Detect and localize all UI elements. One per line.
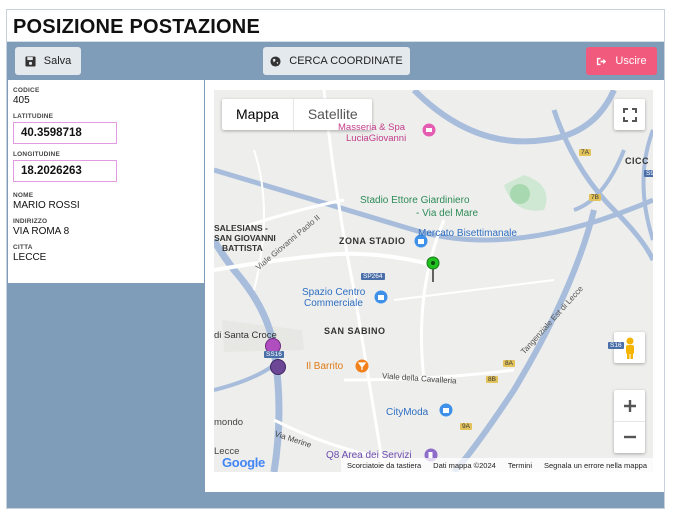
station-form: CODICE 405 LATITUDINE LONGITUDINE NOME M… [8, 80, 204, 283]
search-label: CERCA COORDINATE [289, 55, 403, 67]
label-stadio: Stadio Ettore Giardiniero [360, 195, 470, 206]
label-il-barrito: Il Barrito [306, 361, 344, 372]
terms-link[interactable]: Termini [508, 461, 532, 470]
label-mondo: mondo [214, 417, 244, 428]
shield-9a: 9A [460, 423, 472, 430]
plus-icon [623, 399, 636, 412]
longitude-label: LONGITUDINE [13, 151, 60, 158]
google-logo: Google [222, 455, 265, 470]
latitude-label: LATITUDINE [13, 113, 54, 120]
label-mercato: Mercato Bisettimanale [418, 228, 517, 239]
label-zona-stadio: ZONA STADIO [339, 236, 406, 246]
map-canvas[interactable]: Mappa Satellite Masseria & Spa LuciaGiov… [214, 90, 653, 472]
indirizzo-label: INDIRIZZO [13, 218, 48, 225]
shield-sp264: SP264 [361, 273, 385, 280]
save-label: Salva [43, 55, 72, 67]
shield-7a: 7A [579, 149, 591, 156]
label-san-giovanni: SAN GIOVANNI [214, 233, 276, 243]
shield-s9: S9 [644, 170, 653, 177]
floppy-disk-icon [25, 55, 36, 67]
save-button[interactable]: Salva [15, 47, 81, 75]
minus-icon [623, 435, 636, 439]
label-cicc: CICC [625, 156, 649, 166]
globe-icon [270, 55, 281, 67]
label-masseria: Masseria & Spa [338, 122, 406, 133]
shopping-poi-icon [374, 290, 388, 304]
label-lucia: LuciaGiovanni [346, 133, 407, 144]
nome-label: NOME [13, 192, 34, 199]
citta-value: LECCE [13, 252, 47, 263]
map-panel: Mappa Satellite Masseria & Spa LuciaGiov… [205, 80, 664, 492]
sign-out-icon [597, 57, 607, 65]
exit-button[interactable]: Uscire [586, 47, 657, 75]
map-attribution: Scorciatoie da tastiera Dati mappa ©2024… [340, 458, 653, 472]
keyboard-shortcuts-link[interactable]: Scorciatoie da tastiera [347, 461, 421, 470]
label-santa-croce: di Santa Croce [214, 330, 277, 341]
label-spazio: Spazio Centro [302, 287, 366, 298]
toolbar: Salva CERCA COORDINATE Uscire [7, 43, 664, 80]
label-via-del-mare: - Via del Mare [416, 208, 479, 219]
shop-poi-icon [439, 403, 453, 417]
codice-label: CODICE [13, 87, 40, 94]
map-data-text: Dati mappa ©2024 [433, 460, 496, 470]
title-bar: POSIZIONE POSTAZIONE [7, 10, 664, 42]
pegman-icon [625, 337, 634, 359]
citta-label: CITTA [13, 244, 33, 251]
report-error-link[interactable]: Segnala un errore nella mappa [544, 461, 647, 470]
label-san-sabino: SAN SABINO [324, 326, 386, 336]
shield-s16: S16 [608, 342, 624, 349]
latitude-input[interactable] [13, 122, 117, 144]
shield-8b: 8B [486, 376, 498, 383]
marker-purple-2[interactable] [270, 359, 286, 375]
fullscreen-icon [622, 107, 637, 122]
page-title: POSIZIONE POSTAZIONE [13, 16, 260, 38]
location-pin-icon[interactable] [426, 256, 440, 282]
shield-8a: 8A [503, 360, 515, 367]
zoom-out-button[interactable] [614, 422, 645, 453]
zoom-in-button[interactable] [614, 391, 645, 422]
longitude-input[interactable] [13, 160, 117, 182]
label-battista: BATTISTA [222, 243, 263, 253]
label-citymoda: CityModa [386, 407, 429, 418]
shield-ss16: SS16 [264, 351, 284, 358]
map-type-map[interactable]: Mappa [222, 99, 293, 130]
indirizzo-value: VIA ROMA 8 [13, 226, 70, 237]
label-salesians: SALESIANS - [214, 223, 268, 233]
label-commerciale: Commerciale [304, 298, 363, 309]
app-window: POSIZIONE POSTAZIONE Salva CERCA COORDIN… [6, 9, 665, 509]
bar-poi-icon [355, 359, 369, 373]
search-coordinates-button[interactable]: CERCA COORDINATE [263, 47, 410, 75]
shield-7b: 7B [589, 194, 601, 201]
zoom-control [614, 390, 645, 453]
fullscreen-button[interactable] [614, 99, 645, 130]
nome-value: MARIO ROSSI [13, 200, 80, 211]
spa-poi-icon [422, 123, 436, 137]
codice-value: 405 [13, 95, 30, 106]
exit-label: Uscire [615, 55, 647, 67]
